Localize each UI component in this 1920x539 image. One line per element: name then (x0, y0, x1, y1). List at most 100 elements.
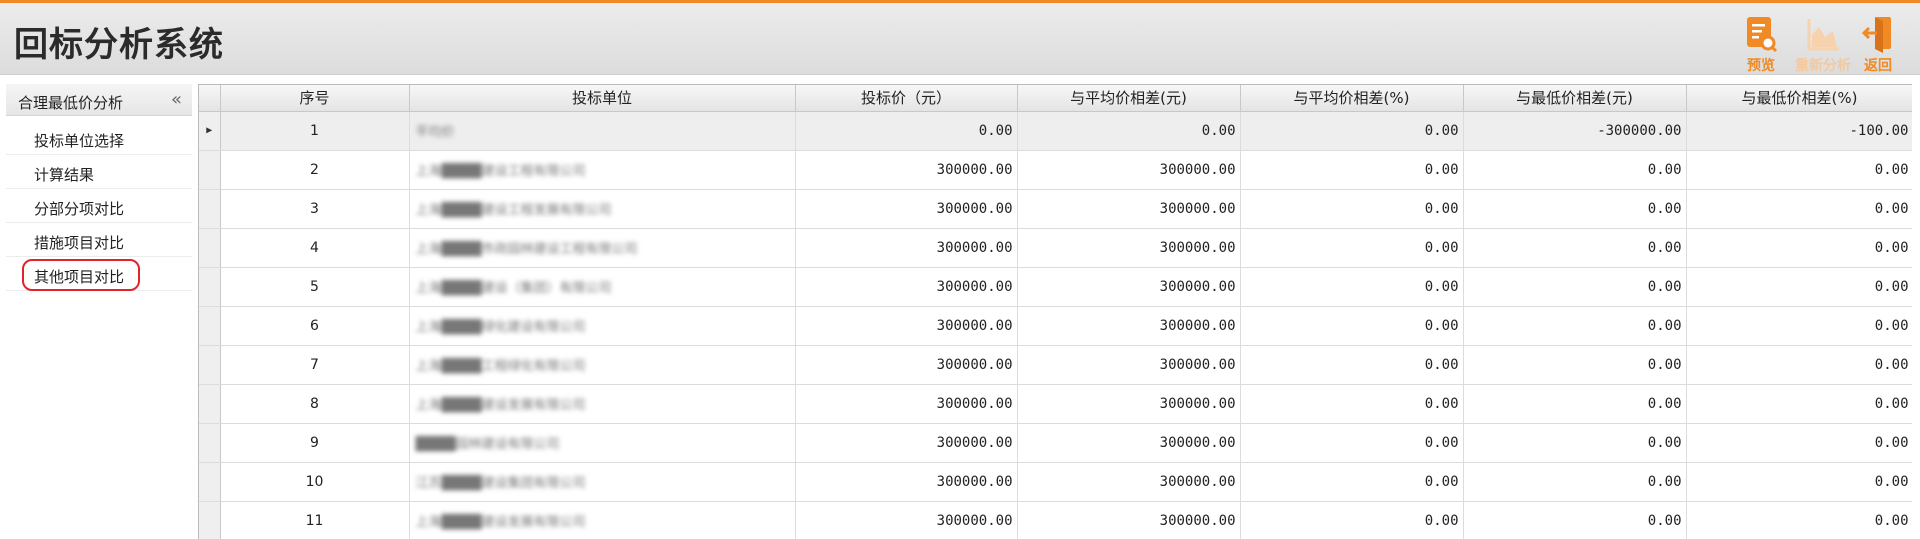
cell-bidder: 上海████建设工程有限公司 (409, 150, 796, 190)
cell-seq: 7 (220, 345, 410, 385)
cell-diff-min: 0.00 (1463, 423, 1687, 463)
exit-icon (1861, 15, 1895, 57)
row-indicator (199, 501, 221, 539)
cell-diff-min: 0.00 (1463, 228, 1687, 268)
table-row[interactable]: 6 上海████绿化建设有限公司 300000.00 300000.00 0.00 0.0… (199, 306, 1912, 346)
cell-diff-min-pct: 0.00 (1686, 228, 1912, 268)
cell-bid-price: 300000.00 (795, 189, 1018, 229)
back-button[interactable]: 返回 (1852, 13, 1904, 75)
cell-diff-avg-pct: 0.00 (1240, 111, 1464, 151)
collapse-icon[interactable]: « (171, 89, 182, 110)
cell-diff-min: -300000.00 (1463, 111, 1687, 151)
sidebar-item-measures-compare[interactable]: 措施项目对比 (6, 224, 192, 257)
redacted-bidder-name: 上海████市政园林建设工程有限公司 (415, 242, 638, 257)
cell-diff-min: 0.00 (1463, 345, 1687, 385)
preview-icon (1744, 15, 1778, 57)
table-row[interactable]: 4 上海████市政园林建设工程有限公司 300000.00 300000.00 0.0… (199, 228, 1912, 268)
column-header[interactable]: 序号 (220, 85, 410, 112)
cell-diff-avg: 300000.00 (1017, 462, 1241, 502)
cell-diff-avg-pct: 0.00 (1240, 267, 1464, 307)
cell-bid-price: 0.00 (795, 111, 1018, 151)
chart-icon (1805, 15, 1841, 57)
cell-seq: 2 (220, 150, 410, 190)
cell-diff-avg-pct: 0.00 (1240, 384, 1464, 424)
cell-bid-price: 300000.00 (795, 150, 1018, 190)
cell-diff-min: 0.00 (1463, 267, 1687, 307)
cell-bidder: 上海████绿化建设有限公司 (409, 306, 796, 346)
row-indicator (199, 345, 221, 385)
cell-diff-min: 0.00 (1463, 501, 1687, 539)
cell-bidder: 上海████建设（集团）有限公司 (409, 267, 796, 307)
table-row[interactable]: ▶ 1 平均价 0.00 0.00 0.00 -300000.00 -100.00 (199, 111, 1912, 151)
table-row[interactable]: 5 上海████建设（集团）有限公司 300000.00 300000.00 0.00 0… (199, 267, 1912, 307)
cell-diff-avg: 300000.00 (1017, 306, 1241, 346)
row-indicator (199, 150, 221, 190)
cell-bidder: 平均价 (409, 111, 796, 151)
cell-seq: 6 (220, 306, 410, 346)
cell-diff-avg: 300000.00 (1017, 384, 1241, 424)
cell-diff-min-pct: 0.00 (1686, 462, 1912, 502)
cell-bid-price: 300000.00 (795, 462, 1018, 502)
table-row[interactable]: 7 上海████工程绿化有限公司 300000.00 300000.00 0.00 0.0… (199, 345, 1912, 385)
app-header: 回标分析系统 预览 重新分析 返回 (0, 3, 1920, 75)
table-header-row: 序号 投标单位 投标价（元） 与平均价相差(元) 与平均价相差(%) 与最低价相… (199, 85, 1912, 112)
back-label: 返回 (1864, 58, 1892, 74)
table-row[interactable]: 10 江苏████建设集团有限公司 300000.00 300000.00 0.00 0.… (199, 462, 1912, 502)
column-header[interactable]: 与平均价相差(元) (1017, 85, 1241, 112)
cell-bid-price: 300000.00 (795, 501, 1018, 539)
redacted-bidder-name: 上海████工程绿化有限公司 (415, 359, 586, 374)
cell-diff-min: 0.00 (1463, 384, 1687, 424)
cell-diff-min: 0.00 (1463, 189, 1687, 229)
sidebar-item-subitem-compare[interactable]: 分部分项对比 (6, 190, 192, 223)
table-row[interactable]: 2 上海████建设工程有限公司 300000.00 300000.00 0.00 0.0… (199, 150, 1912, 190)
row-indicator (199, 306, 221, 346)
cell-bid-price: 300000.00 (795, 384, 1018, 424)
table-row[interactable]: 11 上海████建设发展有限公司 300000.00 300000.00 0.00 0.… (199, 501, 1912, 539)
cell-seq: 4 (220, 228, 410, 268)
column-header[interactable]: 与平均价相差(%) (1240, 85, 1464, 112)
cell-bid-price: 300000.00 (795, 267, 1018, 307)
redacted-bidder-name: 上海████建设工程发展有限公司 (415, 203, 612, 218)
cell-seq: 10 (220, 462, 410, 502)
app-title: 回标分析系统 (14, 25, 224, 65)
sidebar-item-bidder-selection[interactable]: 投标单位选择 (6, 122, 192, 155)
table-row[interactable]: 3 上海████建设工程发展有限公司 300000.00 300000.00 0.00 0… (199, 189, 1912, 229)
column-header[interactable]: 与最低价相差(%) (1686, 85, 1912, 112)
cell-bid-price: 300000.00 (795, 228, 1018, 268)
cell-bidder: ████园林建设有限公司 (409, 423, 796, 463)
sidebar-item-label: 投标单位选择 (34, 132, 125, 150)
cell-diff-avg: 300000.00 (1017, 501, 1241, 539)
cell-diff-min-pct: 0.00 (1686, 384, 1912, 424)
sidebar-item-label: 计算结果 (34, 166, 95, 184)
sidebar-item-calc-results[interactable]: 计算结果 (6, 156, 192, 189)
redacted-bidder-name: 上海████绿化建设有限公司 (415, 320, 586, 335)
cell-diff-avg-pct: 0.00 (1240, 189, 1464, 229)
table-row[interactable]: 9 ████园林建设有限公司 300000.00 300000.00 0.00 0.00 0… (199, 423, 1912, 463)
bid-table: 序号 投标单位 投标价（元） 与平均价相差(元) 与平均价相差(%) 与最低价相… (199, 85, 1912, 539)
row-indicator (199, 267, 221, 307)
column-header[interactable]: 投标价（元） (795, 85, 1018, 112)
row-indicator (199, 423, 221, 463)
sidebar-item-other-compare[interactable]: 其他项目对比 (6, 258, 192, 291)
cell-bidder: 上海████工程绿化有限公司 (409, 345, 796, 385)
cell-diff-min-pct: 0.00 (1686, 345, 1912, 385)
cell-diff-avg: 300000.00 (1017, 150, 1241, 190)
sidebar-nav: 合理最低价分析 « 投标单位选择 计算结果 分部分项对比 措施项目对比 其他项目… (6, 84, 192, 539)
cell-diff-min-pct: -100.00 (1686, 111, 1912, 151)
sidebar-item-label: 分部分项对比 (34, 200, 125, 218)
redacted-bidder-name: 上海████建设工程有限公司 (415, 164, 586, 179)
row-indicator-header (199, 85, 221, 112)
cell-diff-avg: 300000.00 (1017, 267, 1241, 307)
cell-diff-min-pct: 0.00 (1686, 423, 1912, 463)
cell-diff-min: 0.00 (1463, 306, 1687, 346)
cell-bid-price: 300000.00 (795, 423, 1018, 463)
column-header[interactable]: 与最低价相差(元) (1463, 85, 1687, 112)
cell-diff-min-pct: 0.00 (1686, 189, 1912, 229)
redacted-bidder-name: 江苏████建设集团有限公司 (415, 476, 586, 491)
cell-diff-avg-pct: 0.00 (1240, 228, 1464, 268)
table-row[interactable]: 8 上海████建设发展有限公司 300000.00 300000.00 0.00 0.0… (199, 384, 1912, 424)
cell-diff-min: 0.00 (1463, 462, 1687, 502)
cell-seq: 11 (220, 501, 410, 539)
column-header[interactable]: 投标单位 (409, 85, 796, 112)
cell-bidder: 上海████建设发展有限公司 (409, 501, 796, 539)
